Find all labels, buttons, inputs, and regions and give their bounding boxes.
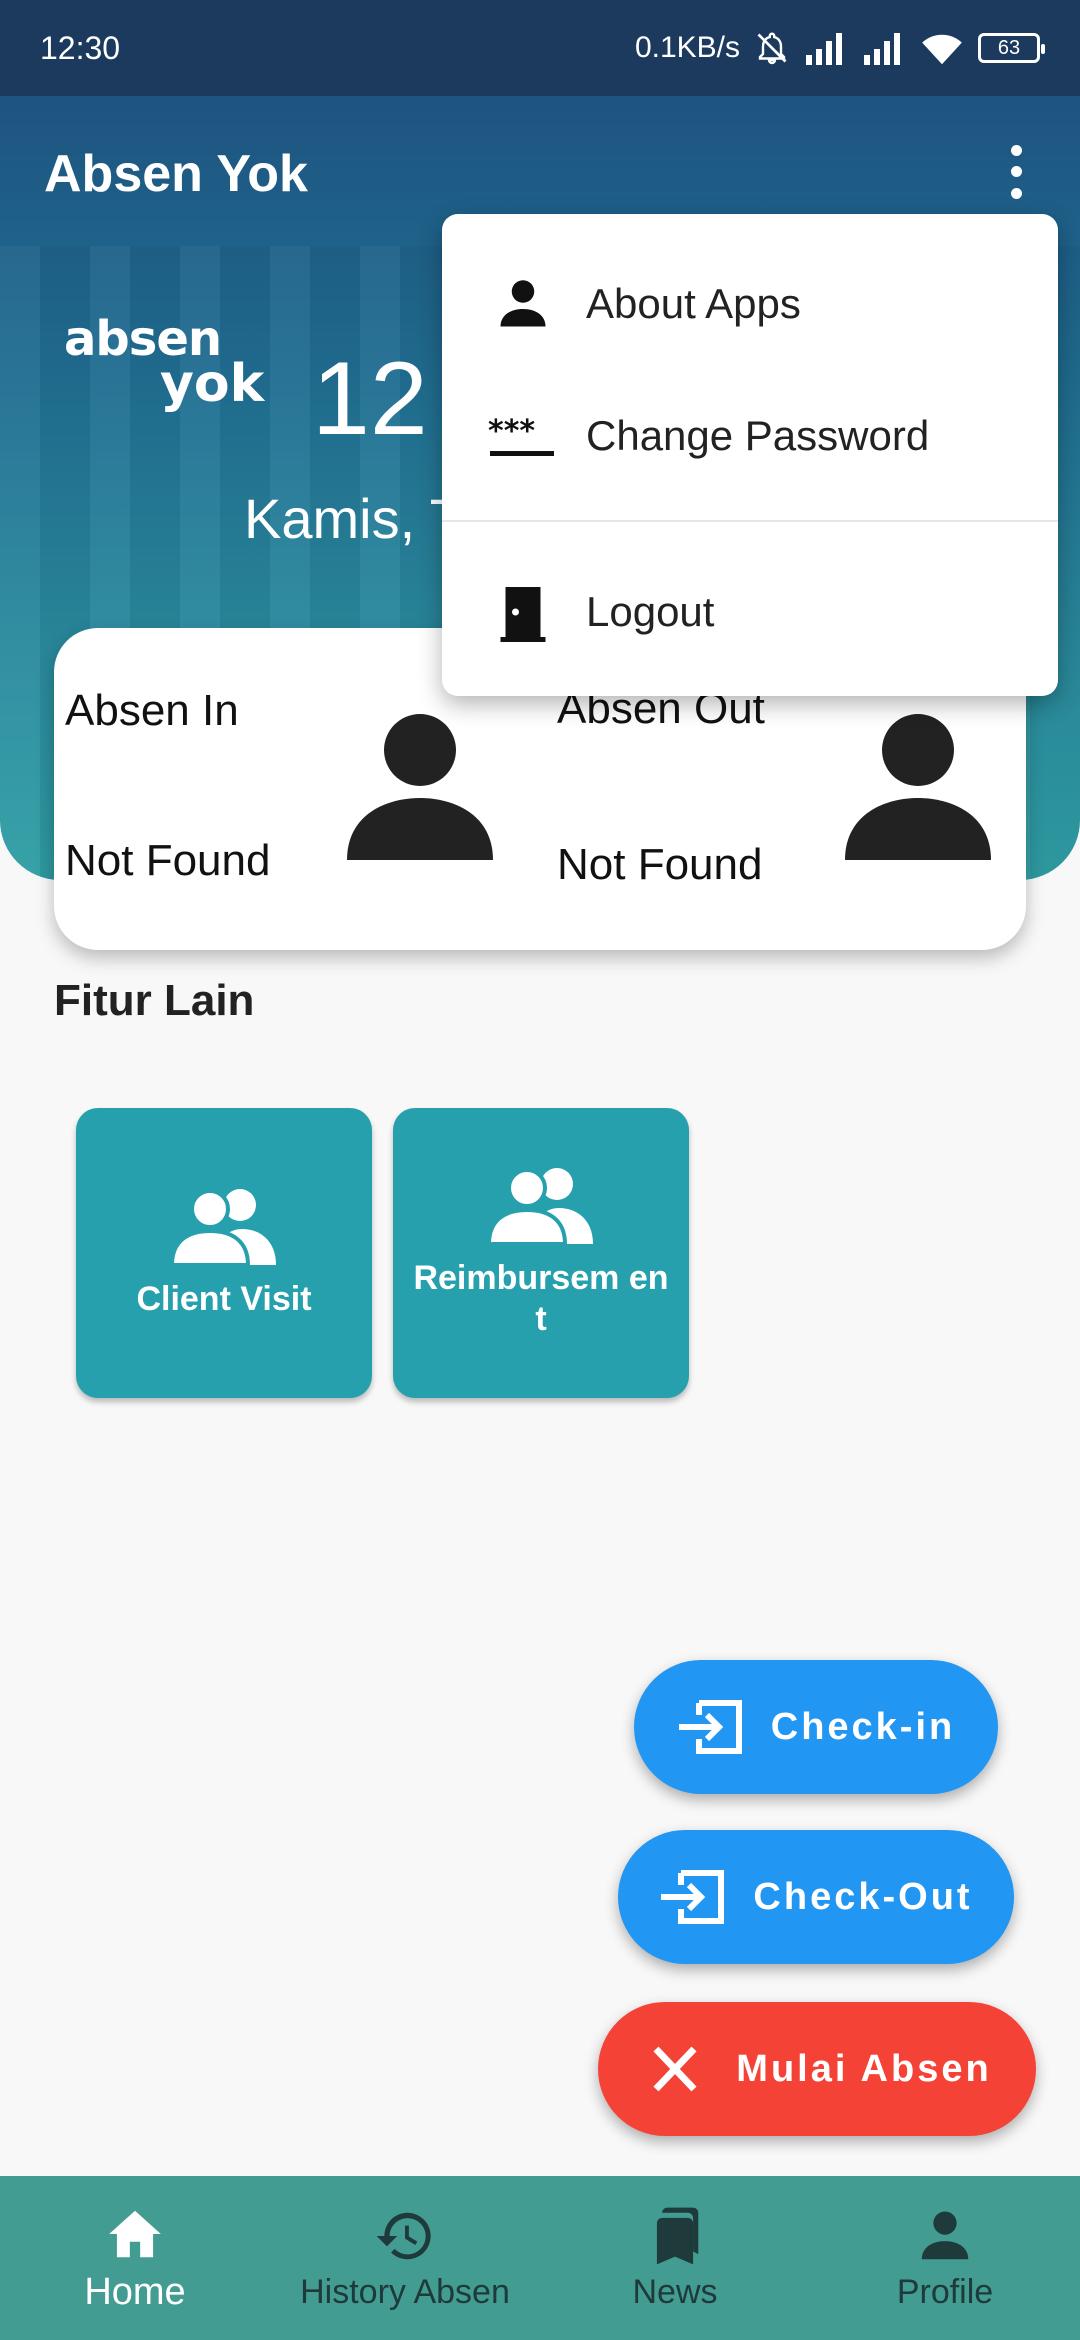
signal-icon (864, 33, 900, 65)
absen-in-label: Absen In (65, 686, 239, 735)
menu-item-label: Logout (586, 588, 715, 635)
logout-icon (661, 1870, 725, 1924)
dot-icon (1010, 166, 1022, 178)
menu-item-change-password[interactable]: *** Change Password (442, 376, 1058, 496)
close-icon (653, 2046, 697, 2092)
person-icon (921, 2210, 969, 2259)
absen-out-status: Not Found (557, 840, 763, 889)
nav-item-news[interactable]: News (540, 2176, 810, 2340)
network-speed: 0.1KB/s (634, 31, 740, 64)
nav-label: Profile (896, 2272, 994, 2311)
date-display: Kamis, T (244, 487, 464, 550)
home-icon (109, 2210, 161, 2257)
mulai-absen-label: Mulai Absen (736, 2047, 992, 2090)
options-menu: About Apps *** Change Password Logout (442, 214, 1058, 696)
status-icons: 0.1KB/s 63 (634, 30, 1045, 66)
dot-icon (1010, 145, 1022, 157)
password-icon: *** (488, 414, 554, 456)
person-icon (845, 714, 991, 860)
person-icon (347, 714, 493, 860)
people-icon (172, 1188, 276, 1265)
menu-item-label: Change Password (586, 412, 930, 459)
tile-label: Client Visit (136, 1279, 312, 1318)
nav-label: News (632, 2272, 718, 2311)
check-out-button[interactable]: Check-Out (618, 1830, 1014, 1964)
tile-label: Reimbursem ent (413, 1259, 669, 1338)
status-time: 12:30 (40, 29, 121, 66)
more-options-button[interactable] (996, 140, 1036, 204)
menu-item-logout[interactable]: Logout (442, 552, 1058, 672)
svg-text:***: *** (488, 414, 535, 449)
login-icon (678, 1700, 742, 1754)
nav-item-profile[interactable]: Profile (810, 2176, 1080, 2340)
nav-label: Home (84, 2270, 186, 2313)
battery-icon: 63 (978, 33, 1045, 63)
menu-item-about-apps[interactable]: About Apps (442, 244, 1058, 364)
signal-icon (806, 33, 842, 65)
nav-item-home[interactable]: Home (0, 2176, 270, 2340)
screen: 12:30 0.1KB/s 63 Absen Yok absen yok 12 … (0, 0, 1080, 2340)
client-visit-tile[interactable]: Client Visit (76, 1108, 372, 1398)
nav-label: History Absen (300, 2272, 510, 2311)
menu-item-label: About Apps (586, 280, 801, 327)
absen-in-status: Not Found (65, 836, 271, 885)
nav-item-history[interactable]: History Absen (270, 2176, 540, 2340)
people-icon (489, 1168, 593, 1245)
door-icon (500, 587, 546, 642)
wifi-icon (922, 34, 962, 65)
check-in-label: Check-in (770, 1705, 956, 1748)
app-logo: absen yok (64, 311, 265, 415)
history-icon (376, 2212, 431, 2259)
mulai-absen-button[interactable]: Mulai Absen (598, 2002, 1036, 2136)
check-out-label: Check-Out (753, 1875, 973, 1918)
dot-icon (1010, 187, 1022, 199)
person-icon (500, 280, 546, 327)
app-title: Absen Yok (44, 145, 308, 203)
bookmarks-icon (656, 2207, 699, 2264)
bell-off-icon (757, 32, 787, 65)
bottom-navigation: Home History Absen News Profile (0, 2176, 1080, 2340)
reimbursement-tile[interactable]: Reimbursem ent (393, 1108, 689, 1398)
features-title: Fitur Lain (54, 976, 255, 1025)
check-in-button[interactable]: Check-in (634, 1660, 998, 1794)
menu-divider (442, 520, 1058, 522)
status-bar: 12:30 0.1KB/s 63 (0, 0, 1080, 96)
